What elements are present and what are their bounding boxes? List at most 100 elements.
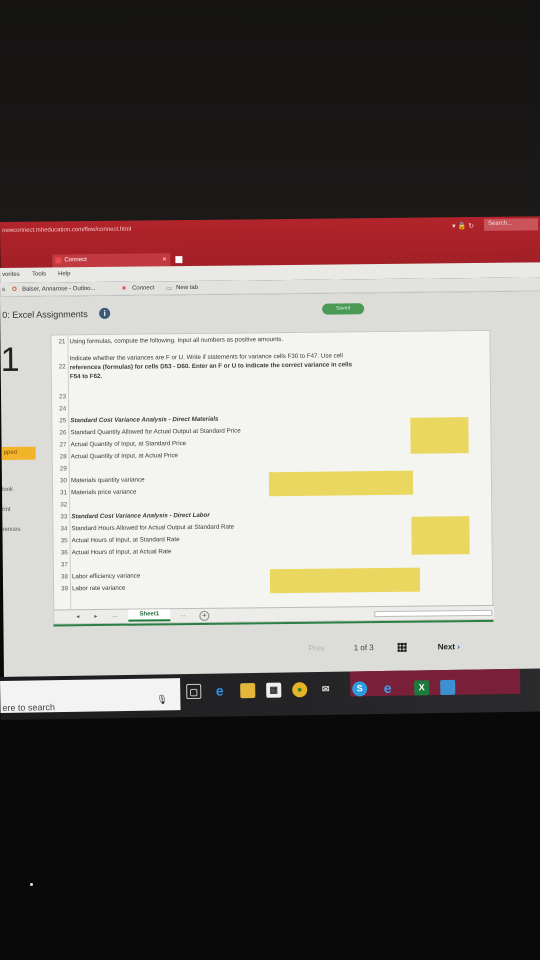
windows-taskbar: ere to search 🎙 ▢ e ▦ ● ✉ S e X — [0, 668, 540, 720]
section-heading: Standard Cost Variance Analysis - Direct… — [70, 415, 219, 425]
section-heading: Standard Cost Variance Analysis - Direct… — [71, 511, 210, 521]
saved-badge: Saved — [322, 303, 365, 315]
side-label-ebook[interactable]: look — [2, 487, 13, 493]
horizontal-scrollbar[interactable] — [374, 609, 493, 618]
sheet-row[interactable]: 21 Using formulas, compute the following.… — [51, 334, 491, 345]
favorite-new-tab[interactable]: New tab — [176, 285, 198, 291]
answer-cells-materials-variance[interactable] — [268, 470, 414, 497]
cell-text: Standard Quantity Allowed for Actual Out… — [70, 427, 241, 437]
tab-sheet1[interactable]: Sheet1 — [128, 609, 171, 622]
page-indicator: 1 of 3 — [354, 643, 374, 652]
sheet-row[interactable]: 22 Indicate whether the variances are F o… — [52, 351, 492, 380]
cell-text: Actual Hours of Input, at Standard Rate — [71, 536, 180, 545]
taskbar-highlight — [349, 668, 521, 697]
chevron-right-icon: › — [457, 642, 460, 652]
row-number: 25 — [59, 417, 67, 425]
chrome-icon[interactable]: ● — [292, 682, 308, 698]
row-number: 30 — [60, 477, 67, 485]
row-number: 28 — [59, 453, 67, 461]
background-dark — [0, 0, 540, 222]
edge-icon[interactable]: e — [212, 682, 227, 698]
cell-text: Indicate whether the variances are F or … — [69, 352, 343, 363]
sheet-row[interactable]: 24 — [52, 401, 492, 412]
browser-search-input[interactable]: Search... — [483, 218, 539, 231]
outlook-icon: O — [12, 286, 17, 293]
row-number: 24 — [59, 405, 67, 413]
spreadsheet[interactable]: 21 Using formulas, compute the following.… — [50, 329, 495, 625]
sheet-row[interactable]: 37 — [54, 557, 494, 568]
row-number: 21 — [58, 338, 66, 346]
cell-text: Standard Hours Allowed for Actual Output… — [71, 523, 235, 533]
connect-fav-icon: ■ — [122, 285, 126, 292]
sheet-ellipsis-left[interactable]: ... — [112, 613, 117, 619]
new-tab-icon[interactable] — [175, 256, 183, 264]
side-label-print[interactable]: rint — [2, 507, 10, 513]
side-label-references[interactable]: rences — [2, 527, 20, 533]
page-total: 3 — [369, 643, 374, 653]
row-number: 37 — [60, 561, 68, 569]
side-badge-skipped[interactable]: pped — [1, 446, 36, 460]
new-tab-fav-icon: ▭ — [166, 286, 172, 293]
row-number: 22 — [58, 363, 66, 371]
cell-text: Labor rate variance — [72, 584, 126, 593]
skype-icon[interactable]: S — [352, 681, 368, 697]
row-number: 34 — [60, 525, 68, 533]
row-number: 39 — [61, 585, 69, 593]
ie-icon[interactable]: e — [380, 680, 395, 696]
page-current: 1 — [353, 643, 359, 653]
cell-text: Materials quantity variance — [70, 476, 145, 485]
page-of: of — [360, 643, 368, 653]
row-number: 36 — [60, 549, 68, 557]
assignment-page: 0: Excel Assignments i Saved 1 pped look… — [0, 291, 540, 677]
file-explorer-icon[interactable] — [240, 682, 256, 699]
sheet-ellipsis-right[interactable]: ... — [180, 612, 185, 618]
sheet-prev-arrow[interactable]: ◂ — [76, 613, 79, 620]
row-number: 29 — [59, 465, 67, 473]
pagination: Prev 1 of 3 Next › — [4, 641, 540, 653]
row-number: 27 — [59, 441, 67, 449]
tab-connect[interactable]: Connect — [52, 253, 171, 268]
address-bar[interactable]: newconnect.mheducation.com/flow/connect.… — [2, 227, 131, 234]
connect-favicon-icon — [55, 257, 62, 264]
mail-icon[interactable]: ✉ — [318, 682, 333, 697]
menu-help[interactable]: Help — [58, 271, 70, 277]
taskbar-search-input[interactable]: ere to search — [0, 678, 181, 713]
question-number: 1 — [0, 340, 20, 379]
task-view-icon[interactable]: ▢ — [186, 683, 202, 700]
cell-text: Actual Quantity of Input, at Actual Pric… — [70, 452, 179, 461]
microphone-icon[interactable]: 🎙 — [156, 694, 168, 705]
menu-favorites[interactable]: vorites — [2, 272, 20, 278]
prev-button[interactable]: Prev — [309, 644, 326, 653]
add-sheet-button[interactable]: + — [199, 610, 210, 621]
reflection-dot — [30, 883, 33, 886]
cell-text: F54 to F62. — [69, 372, 103, 381]
answer-cells-labor[interactable] — [411, 516, 470, 555]
cell-text: Actual Hours of Input, at Actual Rate — [71, 548, 172, 557]
refresh-icon[interactable]: ▾ 🔒 ↻ — [452, 222, 474, 230]
answer-cells-labor-variance[interactable] — [269, 567, 421, 594]
sheet-row[interactable]: 29 — [53, 461, 493, 472]
sheet-row[interactable]: 32 — [53, 497, 493, 508]
cell-text: references (formulas) for cells D53 - D6… — [69, 361, 353, 372]
sheet-row[interactable]: 33 Standard Cost Variance Analysis - Dire… — [53, 509, 493, 521]
row-number: 26 — [59, 429, 67, 437]
sheet-next-arrow[interactable]: ▸ — [94, 613, 97, 620]
favorite-connect[interactable]: Connect — [132, 285, 154, 291]
next-button[interactable]: Next › — [438, 642, 460, 651]
photos-icon[interactable] — [440, 679, 456, 696]
row-number: 31 — [60, 489, 68, 497]
answer-cells-materials[interactable] — [410, 417, 469, 454]
row-number: 38 — [61, 573, 68, 581]
menu-tools[interactable]: Tools — [32, 272, 46, 278]
cell-text: Using formulas, compute the following. I… — [69, 336, 284, 346]
favorite-outlook[interactable]: Balser, Annarose - Outloo... — [22, 286, 95, 293]
close-tab-icon[interactable]: × — [162, 256, 166, 263]
store-icon[interactable]: ▦ — [266, 682, 282, 698]
page-title: 0: Excel Assignments — [2, 309, 88, 320]
row-number: 33 — [60, 513, 68, 521]
grid-icon[interactable] — [397, 642, 407, 652]
info-icon[interactable]: i — [99, 307, 111, 319]
excel-icon[interactable]: X — [414, 680, 430, 696]
sheet-row[interactable]: 23 — [52, 389, 492, 400]
row-number: 32 — [60, 501, 68, 509]
